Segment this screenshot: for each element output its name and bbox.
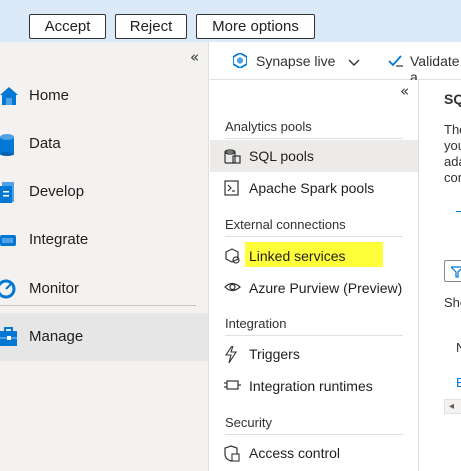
submenu-item-triggers[interactable]: Triggers: [210, 338, 418, 370]
section-analytics-pools: Analytics pools: [225, 119, 312, 134]
section-divider: [225, 434, 403, 435]
spark-pool-icon: [224, 180, 240, 201]
nav-item-manage[interactable]: Manage: [0, 313, 208, 361]
nav-label-monitor: Monitor: [29, 280, 80, 297]
validate-icon: [388, 54, 404, 73]
scroll-left-icon[interactable]: ◂: [449, 401, 454, 412]
pane-description-line: The: [444, 122, 461, 137]
home-icon: [0, 86, 18, 111]
nav-item-data[interactable]: Data: [0, 120, 208, 168]
submenu-label: Azure Purview (Preview): [249, 280, 403, 296]
nav-item-monitor[interactable]: Monitor: [0, 265, 208, 313]
linked-services-icon: [224, 248, 241, 269]
submenu-label: Triggers: [249, 346, 300, 362]
nav-label-integrate: Integrate: [29, 231, 89, 248]
nav-label-manage: Manage: [29, 328, 84, 345]
nav-label-data: Data: [29, 135, 61, 152]
submenu-item-access-control[interactable]: Access control: [210, 437, 418, 469]
submenu-item-azure-purview[interactable]: Azure Purview (Preview): [210, 272, 418, 304]
runtime-icon: [224, 378, 241, 397]
collapse-nav-icon[interactable]: «: [190, 48, 199, 66]
section-divider: [225, 236, 403, 237]
submenu-item-apache-spark-pools[interactable]: Apache Spark pools: [210, 172, 418, 204]
showing-text: Sho: [444, 295, 461, 310]
chevron-down-icon[interactable]: [348, 54, 360, 72]
content-pane: SQ The you ada con Sho N E ◂: [420, 80, 461, 471]
filter-icon: [449, 265, 461, 283]
submenu-item-linked-services[interactable]: Linked services: [210, 240, 418, 272]
submenu-label: Integration runtimes: [249, 378, 373, 394]
cookie-banner: Accept Reject More options: [0, 0, 461, 42]
horizontal-scrollbar[interactable]: ◂: [444, 399, 461, 414]
collapse-submenu-icon[interactable]: «: [400, 82, 409, 100]
pane-description-line: con: [444, 170, 461, 185]
submenu-label: Apache Spark pools: [249, 180, 375, 196]
accept-button[interactable]: Accept: [29, 14, 106, 39]
synapse-live-selector[interactable]: Synapse live: [256, 53, 335, 69]
submenu-label: SQL pools: [249, 148, 314, 164]
nav-label-develop: Develop: [29, 183, 85, 200]
lightning-icon: [224, 345, 238, 368]
section-divider: [225, 335, 403, 336]
sql-pool-icon: [224, 148, 241, 169]
reject-button[interactable]: Reject: [115, 14, 187, 39]
pane-description-line: you: [444, 138, 461, 153]
gauge-icon: [0, 279, 18, 304]
section-divider: [225, 138, 403, 139]
nav-item-home[interactable]: Home: [0, 72, 208, 120]
section-external-connections: External connections: [225, 217, 346, 232]
submenu-label: Access control: [249, 445, 341, 461]
shield-icon: [224, 445, 240, 467]
filter-button[interactable]: [444, 260, 461, 282]
eye-icon: [224, 280, 241, 299]
pipeline-icon: [0, 230, 18, 255]
left-navigation: « Home Data Develop Integrate Monitor Ma…: [0, 42, 209, 471]
manage-submenu: « Analytics pools SQL pools Apache Spark…: [210, 80, 419, 471]
submenu-label: Linked services: [249, 248, 346, 264]
nav-label-home: Home: [29, 87, 70, 104]
nav-item-integrate[interactable]: Integrate: [0, 216, 208, 264]
new-button[interactable]: [456, 211, 461, 212]
nav-item-develop[interactable]: Develop: [0, 168, 208, 216]
section-security: Security: [225, 415, 272, 430]
toolbox-icon: [0, 327, 18, 354]
pane-description-line: ada: [444, 154, 461, 169]
column-header: N: [456, 340, 461, 355]
database-icon: [0, 134, 16, 161]
pane-title: SQ: [444, 91, 461, 107]
section-integration: Integration: [225, 316, 287, 331]
submenu-item-integration-runtimes[interactable]: Integration runtimes: [210, 370, 418, 402]
synapse-live-icon: [232, 51, 248, 73]
more-options-button[interactable]: More options: [196, 14, 315, 39]
submenu-item-sql-pools[interactable]: SQL pools: [210, 140, 418, 172]
document-icon: [0, 182, 16, 209]
table-row-link[interactable]: E: [456, 375, 461, 390]
top-toolbar: Synapse live Validate a: [210, 42, 461, 85]
